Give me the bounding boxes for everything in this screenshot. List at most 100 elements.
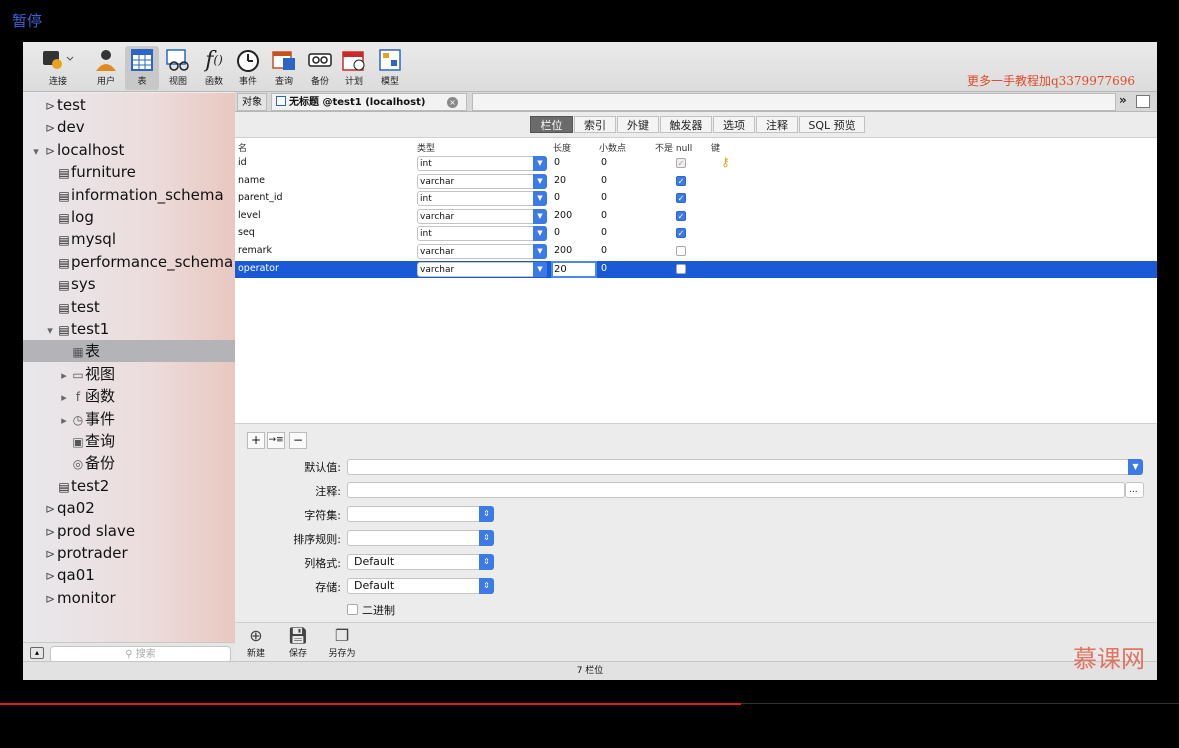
- column-header-not-null[interactable]: 不是 null: [655, 141, 692, 154]
- toolbar-view-button[interactable]: 视图: [161, 46, 195, 90]
- field-name-cell[interactable]: remark: [238, 245, 272, 256]
- field-decimal-cell[interactable]: 0: [601, 263, 607, 274]
- column-header-name[interactable]: 名: [238, 141, 247, 154]
- field-length-cell[interactable]: 200: [554, 245, 572, 256]
- sidebar-item-test1[interactable]: ▾ ▤test1: [23, 318, 109, 340]
- disclosure-open-icon[interactable]: ▾: [43, 320, 57, 342]
- field-name-cell[interactable]: seq: [238, 227, 255, 238]
- new-tab-icon[interactable]: [1136, 95, 1150, 108]
- not-null-checkbox[interactable]: ✓: [676, 175, 686, 186]
- tab-fields[interactable]: 栏位: [530, 116, 573, 133]
- column-header-length[interactable]: 长度: [553, 141, 571, 154]
- toolbar-model-button[interactable]: 模型: [373, 46, 407, 90]
- not-null-checkbox[interactable]: ✓: [676, 228, 686, 239]
- field-type-select[interactable]: varchar ▼: [417, 208, 547, 224]
- sidebar-item-test[interactable]: ⊳ test: [23, 94, 86, 116]
- field-type-select[interactable]: int ▼: [417, 226, 547, 242]
- tab-foreign-keys[interactable]: 外键: [617, 116, 659, 133]
- sidebar-item-dev[interactable]: ⊳ dev: [23, 116, 85, 138]
- field-name-cell[interactable]: parent_id: [238, 192, 283, 203]
- field-length-cell[interactable]: 0: [554, 192, 560, 203]
- field-type-select[interactable]: int ▼: [417, 156, 547, 171]
- toolbar-function-button[interactable]: f() 函数: [197, 46, 231, 90]
- field-length-cell[interactable]: 200: [554, 210, 572, 221]
- field-length-cell[interactable]: 0: [554, 227, 560, 238]
- column-header-type[interactable]: 类型: [417, 141, 435, 154]
- new-button[interactable]: ⊕ 新建: [238, 626, 274, 659]
- sidebar-item-information_schema[interactable]: ▤information_schema: [23, 184, 223, 206]
- tab-sql-preview[interactable]: SQL 预览: [799, 116, 865, 133]
- comment-field[interactable]: [347, 482, 1125, 498]
- toolbar-schedule-button[interactable]: 计划: [337, 46, 371, 90]
- more-tabs-icon[interactable]: »: [1119, 93, 1127, 107]
- toolbar-table-button[interactable]: 表: [125, 46, 159, 90]
- disclosure-open-icon[interactable]: ▾: [29, 141, 43, 163]
- sidebar-item-函数[interactable]: ▸ f 函数: [23, 385, 115, 407]
- field-type-select[interactable]: varchar ▼: [417, 173, 547, 189]
- sidebar-item-protrader[interactable]: ⊳ protrader: [23, 542, 128, 564]
- toolbar-event-button[interactable]: 事件: [231, 46, 265, 90]
- field-type-select[interactable]: int ▼: [417, 191, 547, 207]
- sidebar-item-localhost[interactable]: ▾ ⊳ localhost: [23, 139, 124, 161]
- sidebar-item-视图[interactable]: ▸ ▭视图: [23, 363, 115, 385]
- field-length-input[interactable]: 20: [551, 260, 597, 278]
- disclosure-icon[interactable]: ▸: [57, 410, 71, 432]
- field-type-select[interactable]: varchar ▼: [417, 261, 547, 277]
- not-null-checkbox[interactable]: ✓: [676, 210, 686, 221]
- save-button[interactable]: 💾︎ 保存: [280, 626, 316, 659]
- remove-field-button[interactable]: −: [289, 432, 307, 449]
- close-tab-icon[interactable]: ×: [447, 97, 458, 108]
- sidebar-item-monitor[interactable]: ⊳ monitor: [23, 587, 116, 609]
- disclosure-icon[interactable]: ▸: [57, 365, 71, 387]
- field-decimal-cell[interactable]: 0: [601, 157, 607, 168]
- sidebar-item-performance_schema[interactable]: ▤performance_schema: [23, 251, 233, 273]
- save-as-button[interactable]: ❐ 另存为: [322, 626, 362, 659]
- video-progress-track[interactable]: [741, 703, 1179, 704]
- comment-expand-button[interactable]: ...: [1125, 482, 1144, 498]
- field-decimal-cell[interactable]: 0: [601, 210, 607, 221]
- sidebar-item-事件[interactable]: ▸ ◷ 事件: [23, 408, 115, 430]
- field-name-cell[interactable]: name: [238, 175, 265, 186]
- tab-indexes[interactable]: 索引: [574, 116, 616, 133]
- field-decimal-cell[interactable]: 0: [601, 192, 607, 203]
- insert-field-button[interactable]: →≡: [267, 432, 285, 449]
- tab-comment[interactable]: 注释: [756, 116, 798, 133]
- toggle-sidebar-icon[interactable]: ▴: [30, 647, 44, 659]
- table-row[interactable]: id int ▼ 0 0 ✓ ⚷: [235, 155, 1157, 172]
- field-decimal-cell[interactable]: 0: [601, 175, 607, 186]
- sidebar-item-备份[interactable]: ◎ 备份: [23, 452, 115, 474]
- not-null-checkbox[interactable]: [676, 263, 686, 274]
- field-length-cell[interactable]: 20: [554, 175, 566, 186]
- default-value-combo[interactable]: ▼: [347, 459, 1143, 475]
- binary-checkbox[interactable]: [347, 604, 358, 615]
- sidebar-item-查询[interactable]: ▣查询: [23, 430, 115, 452]
- sidebar-item-qa02[interactable]: ⊳ qa02: [23, 497, 95, 519]
- field-decimal-cell[interactable]: 0: [601, 227, 607, 238]
- charset-select[interactable]: ⇕: [347, 506, 494, 522]
- sidebar-item-test[interactable]: ▤test: [23, 296, 99, 318]
- toolbar-user-button[interactable]: 用户: [89, 46, 123, 90]
- toolbar-connection-button[interactable]: 连接: [35, 46, 81, 90]
- sidebar-item-qa01[interactable]: ⊳ qa01: [23, 564, 95, 586]
- video-progress-bar[interactable]: [0, 703, 741, 705]
- storage-select[interactable]: Default ⇕: [347, 578, 494, 594]
- tab-objects[interactable]: 对象: [237, 93, 267, 111]
- tab-triggers[interactable]: 触发器: [660, 116, 712, 133]
- row-format-select[interactable]: Default ⇕: [347, 554, 494, 570]
- field-name-cell[interactable]: level: [238, 210, 261, 221]
- table-row[interactable]: seq int ▼ 0 0 ✓: [235, 225, 1157, 242]
- sidebar-item-表[interactable]: ▦表: [23, 340, 235, 363]
- table-row[interactable]: parent_id int ▼ 0 0 ✓: [235, 190, 1157, 207]
- not-null-checkbox[interactable]: ✓: [676, 158, 686, 168]
- table-row[interactable]: operator varchar ▼ 20 0: [235, 260, 1157, 278]
- collation-select[interactable]: ⇕: [347, 530, 494, 546]
- pause-label[interactable]: 暂停: [12, 10, 42, 31]
- tab-options[interactable]: 选项: [713, 116, 755, 133]
- table-row[interactable]: remark varchar ▼ 200 0: [235, 243, 1157, 260]
- not-null-checkbox[interactable]: [676, 246, 686, 256]
- field-type-select[interactable]: varchar ▼: [417, 244, 547, 259]
- disclosure-icon[interactable]: ▸: [57, 387, 71, 409]
- primary-key-icon[interactable]: ⚷: [721, 155, 730, 169]
- table-row[interactable]: level varchar ▼ 200 0 ✓: [235, 208, 1157, 225]
- not-null-checkbox[interactable]: ✓: [676, 193, 686, 204]
